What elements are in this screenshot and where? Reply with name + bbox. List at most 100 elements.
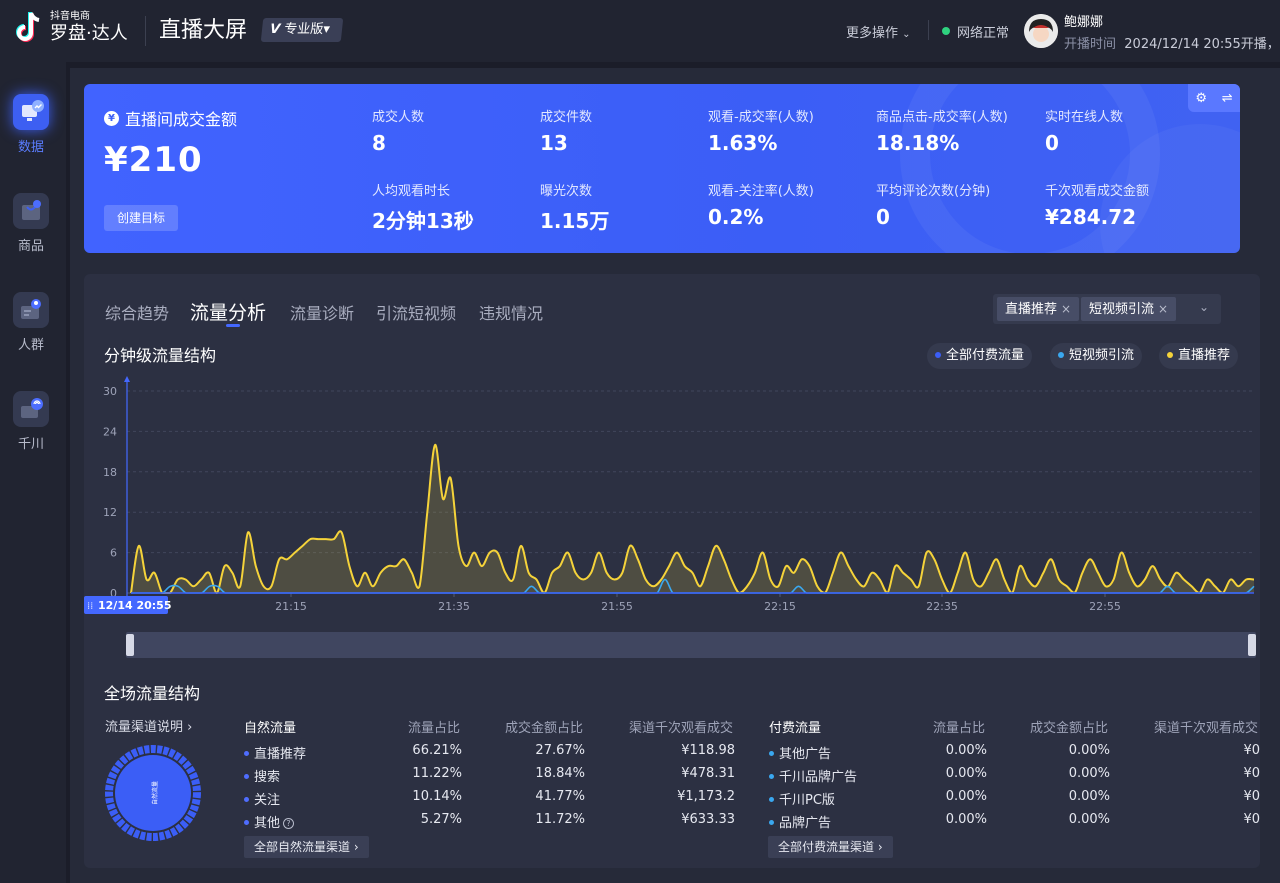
more-ops-label: 更多操作 <box>846 26 899 41</box>
metric-watch-conversion: 观看-成交率(人数) 1.63% <box>708 106 814 155</box>
cursor-arrow <box>124 376 130 382</box>
metric-online: 实时在线人数 0 <box>1045 106 1123 155</box>
channel-gpm: ¥118.98 <box>681 743 735 758</box>
sidebar-label-qianchuan: 千川 <box>17 437 44 452</box>
version-label: 专业版 <box>283 22 325 37</box>
gmv-value: ¥210 <box>104 140 203 180</box>
slider-handle-right[interactable] <box>1248 634 1256 656</box>
y-tick-label: 30 <box>103 385 117 398</box>
channel-name: 直播推荐 <box>244 743 384 762</box>
channel-name-text: 其他广告 <box>779 747 832 762</box>
sidebar-item-products[interactable]: 商品 <box>0 193 62 254</box>
metric-value: 0.2% <box>708 205 764 229</box>
all-paid-channels-button[interactable]: 全部付费流量渠道 › <box>768 836 893 858</box>
metric-watch-duration: 人均观看时长 2分钟13秒 <box>372 180 474 234</box>
metric-label: 人均观看时长 <box>372 184 451 199</box>
yen-icon: ¥ <box>104 110 119 126</box>
channel-name: 关注 <box>244 789 384 808</box>
start-time-label: 开播时间 <box>1064 37 1117 52</box>
structure-title: 全场流量结构 <box>104 684 201 703</box>
x-tick-label: 22:35 <box>926 600 958 613</box>
metric-label: 实时在线人数 <box>1045 110 1124 125</box>
paid-header: 付费流量 <box>769 721 822 736</box>
analysis-panel: 综合趋势 流量分析 流量诊断 引流短视频 违规情况 直播推荐 × 短视频引流 × ⌄… <box>84 274 1260 868</box>
paid-header-gpm: 渠道千次观看成交 <box>1154 721 1259 736</box>
metric-gpm: 千次观看成交金额 ¥284.72 <box>1045 180 1149 229</box>
channel-name: 搜索 <box>244 766 384 785</box>
bullet-dot <box>244 751 249 756</box>
x-tick-label: 21:55 <box>601 600 633 613</box>
gmv-share: 0.00% <box>1068 743 1110 758</box>
metric-label: 观看-成交率(人数) <box>708 110 814 125</box>
gmv-share: 41.77% <box>535 789 585 804</box>
settings-gear-icon[interactable]: ⚙ <box>1195 91 1207 106</box>
sidebar-item-audience[interactable]: 人群 <box>0 292 62 353</box>
metric-value: 18.18% <box>876 131 960 155</box>
traffic-share: 0.00% <box>945 766 987 781</box>
metric-comments: 平均评论次数(分钟) 0 <box>876 180 990 229</box>
metric-label: 曝光次数 <box>540 184 593 199</box>
sidebar-item-qianchuan[interactable]: 千川 <box>0 391 62 452</box>
header-divider <box>145 16 146 46</box>
metric-items: 成交件数 13 <box>540 106 592 155</box>
caret-down-icon: ▾ <box>322 22 331 37</box>
donut-label: 自然流量 <box>151 781 159 805</box>
metric-follow-rate: 观看-关注率(人数) 0.2% <box>708 180 814 229</box>
channel-name-text: 品牌广告 <box>779 816 832 831</box>
top-bar: 抖音电商 罗盘·达人 直播大屏 V 专业版▾ 更多操作 ⌄ 网络正常 鲍娜娜 开… <box>0 0 1280 62</box>
all-natural-channels-button[interactable]: 全部自然流量渠道 › <box>244 836 369 858</box>
gmv-label-text: 直播间成交金额 <box>125 110 238 129</box>
x-tick-label: 22:15 <box>764 600 796 613</box>
create-goal-button[interactable]: 创建目标 <box>104 205 178 231</box>
people-icon <box>13 292 49 328</box>
start-time: 开播时间 2024/12/14 20:55开播，共 <box>1064 33 1280 52</box>
metric-value: 2分钟13秒 <box>372 209 474 233</box>
chevron-down-icon: ⌄ <box>902 29 911 40</box>
kpi-tools: ⚙ ⇌ <box>1188 84 1240 112</box>
metric-value: 1.15万 <box>540 209 610 233</box>
version-dropdown[interactable]: V 专业版▾ <box>260 18 344 42</box>
metric-value: 8 <box>372 131 386 155</box>
bullet-dot <box>769 774 774 779</box>
app-logo[interactable]: 抖音电商 罗盘·达人 <box>14 10 128 46</box>
metric-click-conversion: 商品点击-成交率(人数) 18.18% <box>876 106 1008 155</box>
page-title: 直播大屏 <box>159 18 248 43</box>
time-range-slider[interactable] <box>126 632 1256 658</box>
traffic-chart[interactable]: 061218243021:15 21:35 21:55 22:15 22:35 22:55… <box>84 274 1260 619</box>
traffic-share: 5.27% <box>420 812 462 827</box>
sidebar-item-data[interactable]: 数据 <box>0 94 62 155</box>
slider-handle-left[interactable] <box>126 634 134 656</box>
bullet-dot <box>769 820 774 825</box>
channel-name: 其他? <box>244 812 384 831</box>
swap-icon[interactable]: ⇌ <box>1222 91 1233 106</box>
channel-name-text: 搜索 <box>254 770 281 785</box>
x-tick-label: 21:35 <box>438 600 470 613</box>
metric-value: 0 <box>1045 131 1059 155</box>
sidebar-label-products: 商品 <box>17 239 44 254</box>
avatar[interactable] <box>1024 14 1058 48</box>
shopping-bag-icon <box>13 193 49 229</box>
channel-gpm: ¥478.31 <box>681 766 735 781</box>
natural-header-gmv: 成交金额占比 <box>505 721 584 736</box>
channel-name: 其他广告 <box>769 743 909 762</box>
douyin-logo-icon <box>14 10 44 46</box>
help-icon[interactable]: ? <box>283 818 295 829</box>
metric-value: 13 <box>540 131 568 155</box>
gmv-label: ¥ 直播间成交金额 <box>104 106 237 130</box>
bullet-dot <box>244 820 249 825</box>
more-operations-button[interactable]: 更多操作 ⌄ <box>846 22 911 41</box>
bullet-dot <box>244 774 249 779</box>
channel-name-text: 千川PC版 <box>779 793 835 808</box>
channel-gpm: ¥633.33 <box>681 812 735 827</box>
kpi-card: ⚙ ⇌ ¥ 直播间成交金额 ¥210 创建目标 成交人数 8 成交件数 13 观… <box>84 84 1240 253</box>
network-status-dot <box>942 27 950 35</box>
logo-big-text: 罗盘·达人 <box>50 23 128 44</box>
traffic-donut-chart[interactable]: 自然流量 <box>103 743 203 843</box>
channel-explain-link[interactable]: 流量渠道说明 › <box>105 716 192 735</box>
metric-label: 观看-关注率(人数) <box>708 184 814 199</box>
series-area-live-recommend <box>131 444 1254 593</box>
channel-gpm: ¥0 <box>1243 766 1260 781</box>
sidebar-label-data: 数据 <box>17 140 44 155</box>
metric-label: 成交人数 <box>372 110 425 125</box>
traffic-share: 66.21% <box>412 743 462 758</box>
